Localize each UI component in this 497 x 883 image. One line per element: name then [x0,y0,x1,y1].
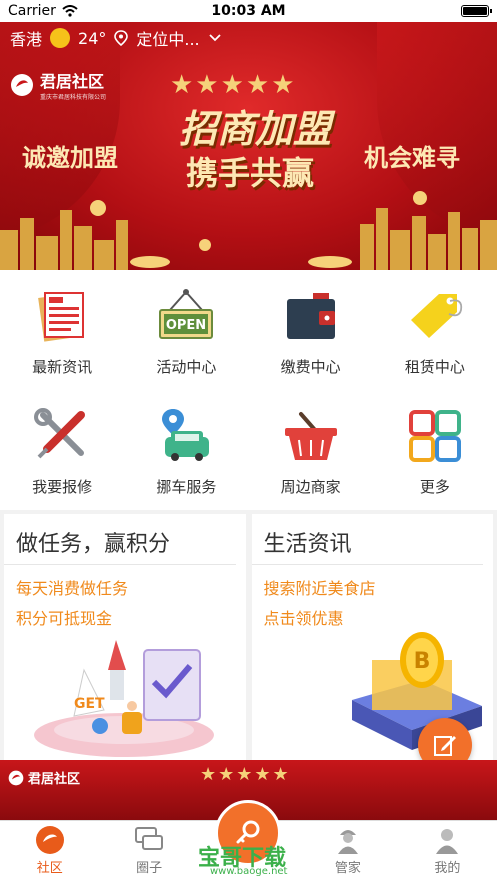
city-label: 香港 [10,30,43,49]
profile-icon [432,825,462,855]
status-time: 10:03 AM [211,3,286,19]
tab-label: 管家 [334,861,361,876]
community-icon [35,825,65,855]
watermark-url: www.baoge.net [210,866,288,877]
card-line1: 搜索附近美食店 [263,579,376,598]
wallet-icon: ¥ [281,286,341,346]
tab-label: 社区 [36,861,63,876]
grid-item-news[interactable]: 最新资讯 [0,270,124,390]
status-bar: Carrier 10:03 AM [0,0,497,22]
tab-mine[interactable]: 我的 [398,821,497,883]
tools-icon [32,406,92,466]
banner-right-text: 机会难寻 [364,144,460,172]
tab-circle[interactable]: 圈子 [99,821,198,883]
grid-item-label: 租赁中心 [404,358,465,376]
grid-item-label: 最新资讯 [32,358,93,376]
card-title: 生活资讯 [251,514,483,565]
chevron-down-icon[interactable] [208,33,222,43]
grid-item-payment[interactable]: ¥ 缴费中心 [249,270,373,390]
open-sign-icon: OPEN [156,286,216,346]
chat-bubbles-icon [134,825,164,855]
temperature-label: 24° [78,28,107,48]
task-illustration: GET [34,640,214,757]
grid-item-rental[interactable]: 租赁中心 [373,270,497,390]
top-bar: 香港 24° 定位中... [0,22,497,54]
svg-text:GET: GET [74,696,105,712]
grid-item-label: 挪车服务 [156,478,217,496]
card-title: 做任务，赢积分 [4,514,236,565]
grid-item-label: 周边商家 [280,478,341,496]
open-sign-text: OPEN [166,318,206,333]
grid-item-move-car[interactable]: 挪车服务 [124,390,248,510]
strip-stars: ★★★★★ [200,764,291,785]
brand-logo-icon [11,73,33,96]
tab-community[interactable]: 社区 [0,821,99,883]
city-skyline [0,191,497,270]
grid-item-label: 缴费中心 [280,358,341,376]
tab-label: 圈子 [136,861,163,876]
tag-icon [405,286,465,346]
banner-brand: 君居社区 重庆市君居科技有限公司 [10,68,106,101]
grid-more-icon [405,406,465,466]
grid-item-label: 我要报修 [32,478,93,496]
banner-left-text: 诚邀加盟 [22,144,118,172]
tab-butler[interactable]: 管家 [298,821,397,883]
news-icon [32,286,92,346]
basket-icon [281,406,341,466]
task-points-card[interactable]: 做任务，赢积分 每天消费做任务 积分可抵现金 GET [4,514,246,760]
brand-logo-icon [8,770,24,785]
banner-brand-name: 君居社区 [40,72,105,91]
grid-item-more[interactable]: 更多 [373,390,497,510]
banner-subline: 携手共赢 [185,154,314,192]
sun-weather-icon [50,28,71,48]
banner-stars: ★★★★★ [170,70,297,100]
svg-text:B: B [413,649,430,674]
banner-brand-sub: 重庆市君居科技有限公司 [40,94,107,101]
battery-icon [461,5,492,17]
grid-item-label: 更多 [419,478,450,496]
tab-label: 我的 [434,861,461,876]
promo-cards: 做任务，赢积分 每天消费做任务 积分可抵现金 GET 生活资讯 搜索附近美食店 … [0,510,497,760]
grid-item-label: 活动中心 [156,358,217,376]
card-line1: 每天消费做任务 [16,579,129,598]
car-location-icon [156,406,216,466]
grid-item-repair[interactable]: 我要报修 [0,390,124,510]
strip-brand: 君居社区 [8,768,80,787]
location-selector[interactable]: 定位中... [136,26,199,50]
banner-headline: 招商加盟 [178,107,331,151]
grid-item-merchants[interactable]: 周边商家 [249,390,373,510]
grid-item-activities[interactable]: OPEN 活动中心 [124,270,248,390]
service-grid: 最新资讯 OPEN 活动中心 ¥ 缴费中心 [0,270,497,510]
location-pin-icon [114,30,129,46]
edit-icon [434,736,456,756]
card-line2: 积分可抵现金 [16,609,113,628]
strip-brand-name: 君居社区 [28,772,81,787]
worker-icon [333,825,363,855]
